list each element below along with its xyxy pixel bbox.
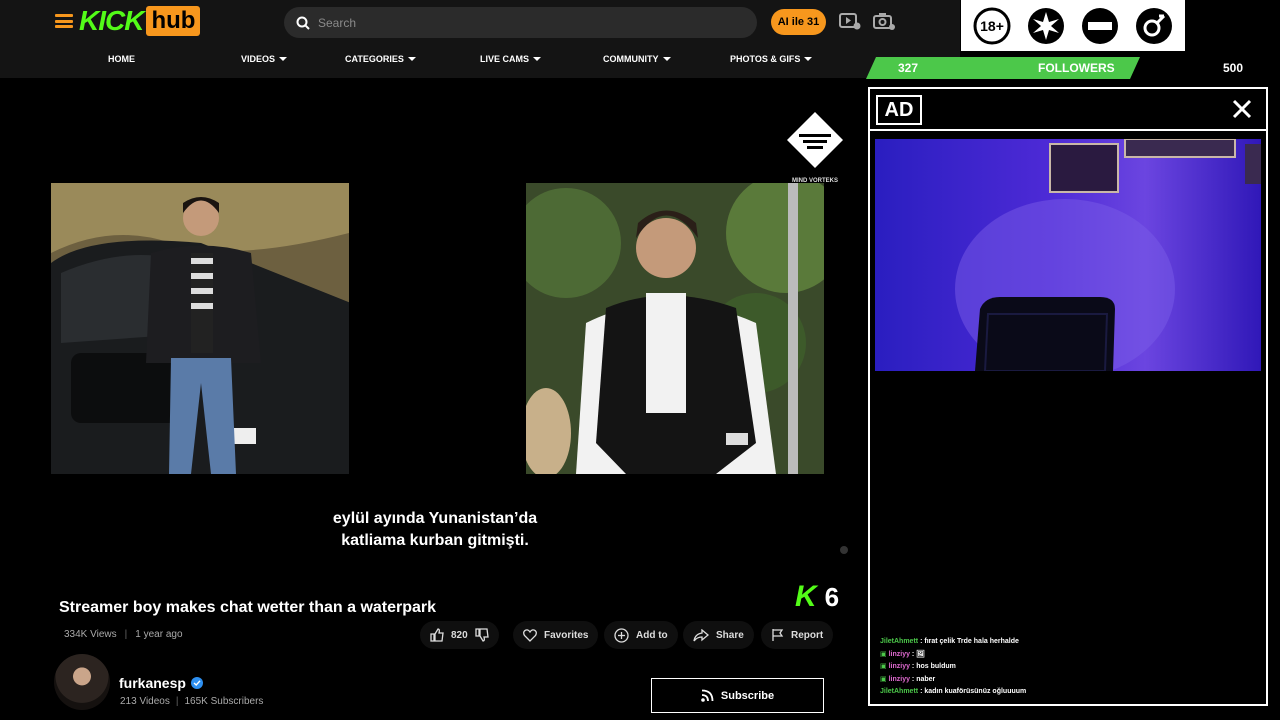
video-meta: 334K Views | 1 year ago bbox=[64, 629, 183, 640]
video-upload-icon[interactable] bbox=[839, 12, 861, 30]
emote-icon: 🖼 bbox=[916, 650, 926, 658]
chevron-down-icon bbox=[804, 57, 813, 61]
video-title: Streamer boy makes chat wetter than a wa… bbox=[59, 599, 437, 616]
site-logo[interactable]: KICK hub bbox=[79, 5, 201, 36]
like-count: 820 bbox=[451, 629, 468, 641]
share-icon bbox=[693, 628, 709, 641]
thumbs-up-icon[interactable] bbox=[430, 628, 444, 642]
explicit-star-icon bbox=[1025, 5, 1067, 47]
channel-meta: 213 Videos | 165K Subscribers bbox=[120, 696, 264, 707]
kick-counter: 6 bbox=[824, 581, 840, 612]
kick-k-icon: K bbox=[795, 580, 817, 613]
upload-age: 1 year ago bbox=[135, 629, 183, 640]
video-photo-right bbox=[526, 183, 824, 474]
close-icon[interactable] bbox=[1228, 95, 1256, 123]
nav-home[interactable]: HOME bbox=[108, 54, 135, 64]
chevron-down-icon bbox=[279, 57, 288, 61]
verified-icon bbox=[190, 677, 203, 689]
followers-label: FOLLOWERS bbox=[1038, 61, 1115, 75]
followers-goal: 500 bbox=[1223, 61, 1244, 75]
heart-icon bbox=[523, 628, 537, 642]
view-count: 334K Views bbox=[64, 629, 117, 640]
favorites-button[interactable]: Favorites bbox=[513, 621, 599, 649]
subscribe-button[interactable]: Subscribe bbox=[651, 678, 824, 713]
share-button[interactable]: Share bbox=[683, 621, 754, 649]
add-circle-icon bbox=[614, 627, 629, 643]
add-to-button[interactable]: Add to bbox=[604, 621, 678, 649]
ad-label: AD bbox=[876, 95, 922, 125]
video-photo-left bbox=[51, 183, 349, 474]
kick-counter-badge: K 6 bbox=[795, 580, 839, 614]
like-dislike-group[interactable]: 820 bbox=[420, 621, 499, 649]
followers-current: 327 bbox=[898, 61, 919, 75]
slide-indicator bbox=[840, 546, 848, 554]
report-button[interactable]: Report bbox=[761, 621, 834, 649]
nav-community[interactable]: COMMUNITY bbox=[603, 54, 671, 64]
search-bar[interactable] bbox=[284, 7, 757, 38]
search-input[interactable] bbox=[318, 15, 718, 30]
channel-subscriber-count: 165K Subscribers bbox=[184, 696, 264, 707]
ad-webcam-video[interactable] bbox=[875, 139, 1261, 371]
nav-videos[interactable]: VIDEOS bbox=[241, 54, 288, 64]
followers-goal-bar: 327 FOLLOWERS 500 bbox=[866, 57, 1280, 79]
adult-18-icon: 18+ bbox=[971, 5, 1013, 47]
ad-panel: AD JiletAhmett : fırat çelik Trde hala h… bbox=[868, 87, 1268, 706]
no-entry-icon bbox=[1079, 5, 1121, 47]
top-header: KICK hub AI ile 31 HOME VIDEOS CATEGORIE… bbox=[0, 0, 960, 78]
nav-photos-gifs[interactable]: PHOTOS & GIFS bbox=[730, 54, 813, 64]
search-icon bbox=[296, 16, 310, 30]
chat-message: JiletAhmett : kadın kuaförüsünüz oğluuuu… bbox=[880, 688, 1027, 695]
channel-avatar[interactable] bbox=[54, 654, 110, 710]
chat-message: ▣ linziyy : 🖼 bbox=[880, 650, 926, 658]
camera-icon[interactable] bbox=[873, 12, 895, 30]
chat-log: JiletAhmett : fırat çelik Trde hala herh… bbox=[880, 636, 1260, 699]
rss-icon bbox=[701, 689, 714, 702]
mind-vorteks-watermark: MIND VORTEKS bbox=[787, 112, 843, 190]
nav-live-cams[interactable]: LIVE CAMS bbox=[480, 54, 542, 64]
ai-button[interactable]: AI ile 31 bbox=[771, 9, 826, 35]
thumbs-down-icon[interactable] bbox=[475, 628, 489, 642]
nav-categories[interactable]: CATEGORIES bbox=[345, 54, 416, 64]
menu-icon[interactable] bbox=[55, 14, 73, 28]
video-subtitle: eylül ayında Yunanistan’da katliama kurb… bbox=[332, 510, 538, 549]
logo-kick: KICK bbox=[79, 5, 144, 36]
chevron-down-icon bbox=[533, 57, 542, 61]
flag-icon bbox=[772, 629, 784, 641]
gender-icon bbox=[1133, 5, 1175, 47]
chat-message: ▣ linziyy : naber bbox=[880, 675, 936, 683]
logo-hub: hub bbox=[146, 6, 201, 36]
chevron-down-icon bbox=[407, 57, 416, 61]
channel-video-count: 213 Videos bbox=[120, 696, 170, 707]
channel-name[interactable]: furkanesp bbox=[119, 675, 203, 691]
content-badges: 18+ bbox=[961, 0, 1185, 51]
ad-header: AD bbox=[870, 89, 1266, 131]
chat-message: ▣ linziyy : hos buldum bbox=[880, 663, 956, 670]
chat-message: JiletAhmett : fırat çelik Trde hala herh… bbox=[880, 638, 1019, 645]
chevron-down-icon bbox=[662, 57, 671, 61]
main-nav: HOME VIDEOS CATEGORIES LIVE CAMS COMMUNI… bbox=[0, 50, 860, 72]
svg-text:18+: 18+ bbox=[980, 18, 1004, 34]
